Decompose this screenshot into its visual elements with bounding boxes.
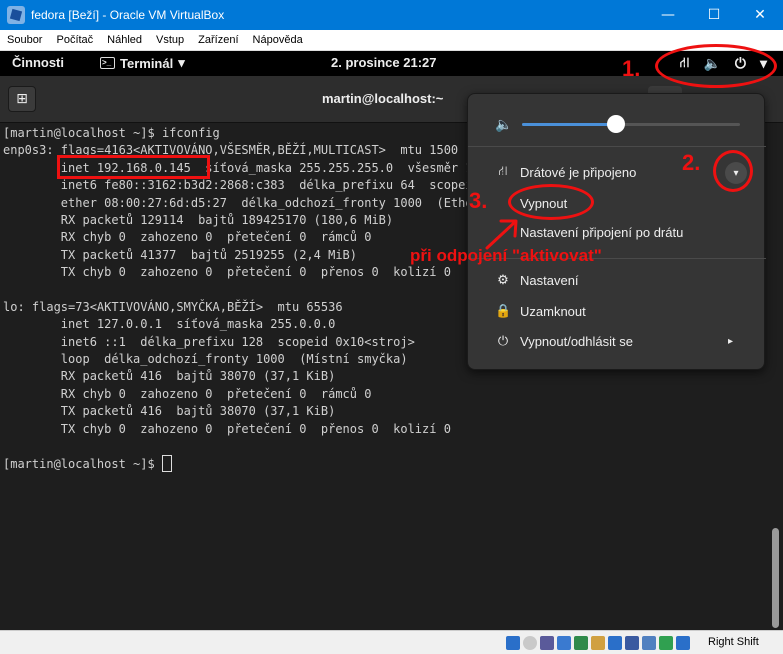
wired-connection-label: Drátové je připojeno <box>520 164 637 180</box>
app-menu[interactable]: >_ Terminál ▾ <box>100 55 185 71</box>
annotation-note: při odpojení "aktivovat" <box>410 246 602 265</box>
volume-slider-fill <box>522 123 616 126</box>
terminal-line: TX packetů 416 bajtů 38070 (37,1 KiB) <box>3 404 336 419</box>
wired-settings-label: Nastavení připojení po drátu <box>520 224 684 240</box>
terminal-icon: >_ <box>100 57 115 69</box>
volume-slider-knob[interactable] <box>606 115 625 133</box>
vm-menubar: Soubor Počítač Náhled Vstup Zařízení Náp… <box>0 30 783 51</box>
terminal-line: RX packetů 416 bajtů 38070 (37,1 KiB) <box>3 369 336 384</box>
settings-label: Nastavení <box>520 272 579 288</box>
mouse-integration-icon[interactable] <box>659 636 673 650</box>
close-button[interactable]: ✕ <box>737 0 783 30</box>
menu-nahled[interactable]: Náhled <box>100 34 149 46</box>
window-title: fedora [Beží] - Oracle VM VirtualBox <box>31 8 225 22</box>
annotation-ellipse-vypnout <box>508 184 594 220</box>
shared-folder-icon[interactable] <box>591 636 605 650</box>
minimize-button[interactable]: — <box>645 0 691 30</box>
display-icon[interactable] <box>608 636 622 650</box>
optical-drive-icon[interactable] <box>523 636 537 650</box>
new-tab-icon: ⊞ <box>16 91 28 107</box>
virtualbox-app-icon <box>7 6 25 24</box>
power-off-item[interactable]: ⏻ Vypnout/odhlásit se ▸ <box>468 328 766 354</box>
host-key-label: Right Shift <box>708 636 759 648</box>
menu-pocitac[interactable]: Počítač <box>49 34 100 46</box>
status-icons <box>506 636 690 650</box>
wired-network-icon: ⛙ <box>498 163 508 178</box>
terminal-prompt-line: [martin@localhost ~]$ <box>3 455 768 473</box>
menu-vstup[interactable]: Vstup <box>149 34 191 46</box>
audio-icon[interactable] <box>540 636 554 650</box>
vm-statusbar: Right Shift <box>0 630 783 654</box>
app-menu-label: Terminál <box>120 55 174 71</box>
cpu-icon[interactable] <box>642 636 656 650</box>
volume-slider[interactable] <box>522 123 740 126</box>
activities-button[interactable]: Činnosti <box>12 55 64 70</box>
maximize-button[interactable]: ☐ <box>691 0 737 30</box>
recording-icon[interactable] <box>625 636 639 650</box>
terminal-line: RX chyb 0 zahozeno 0 přetečení 0 rámců 0 <box>3 386 372 401</box>
hdd-icon[interactable] <box>506 636 520 650</box>
app-menu-arrow-icon: ▾ <box>178 55 185 70</box>
new-tab-button[interactable]: ⊞ <box>8 86 36 112</box>
clock[interactable]: 2. prosince 21:27 <box>331 55 437 70</box>
annotation-step-3: 3. <box>469 188 488 213</box>
power-off-label: Vypnout/odhlásit se <box>520 333 633 349</box>
annotation-ellipse-tray <box>655 44 777 88</box>
menu-soubor[interactable]: Soubor <box>0 34 49 46</box>
menu-separator <box>468 146 766 147</box>
usb-icon[interactable] <box>574 636 588 650</box>
menu-zarizeni[interactable]: Zařízení <box>191 34 245 46</box>
terminal-title: martin@localhost:~ <box>322 91 444 106</box>
terminal-scrollbar[interactable] <box>768 123 783 630</box>
terminal-cursor <box>161 455 172 473</box>
terminal-prompt: [martin@localhost ~]$ <box>3 457 162 472</box>
gear-icon: ⚙ <box>497 272 509 287</box>
annotation-step-1: 1. <box>622 56 641 81</box>
lock-item[interactable]: 🔒 Uzamknout <box>468 298 766 324</box>
window-titlebar: fedora [Beží] - Oracle VM VirtualBox — ☐… <box>0 0 783 30</box>
keyboard-icon[interactable] <box>676 636 690 650</box>
lock-label: Uzamknout <box>520 303 586 319</box>
network-adapter-icon[interactable] <box>557 636 571 650</box>
volume-slider-icon: 🔈 <box>495 116 513 132</box>
menu-napoveda[interactable]: Nápověda <box>246 34 310 46</box>
chevron-right-icon: ▸ <box>728 335 734 347</box>
scrollbar-thumb[interactable] <box>772 528 779 628</box>
annotation-ellipse-chevron <box>713 150 753 192</box>
window-controls: — ☐ ✕ <box>645 0 783 30</box>
settings-item[interactable]: ⚙ Nastavení <box>468 267 766 293</box>
power-icon: ⏻ <box>497 333 509 348</box>
annotation-step-2: 2. <box>682 150 701 175</box>
lock-icon: 🔒 <box>495 303 512 318</box>
terminal-line: TX chyb 0 zahozeno 0 přetečení 0 přenos … <box>3 421 451 436</box>
ip-address-highlight <box>57 155 210 179</box>
